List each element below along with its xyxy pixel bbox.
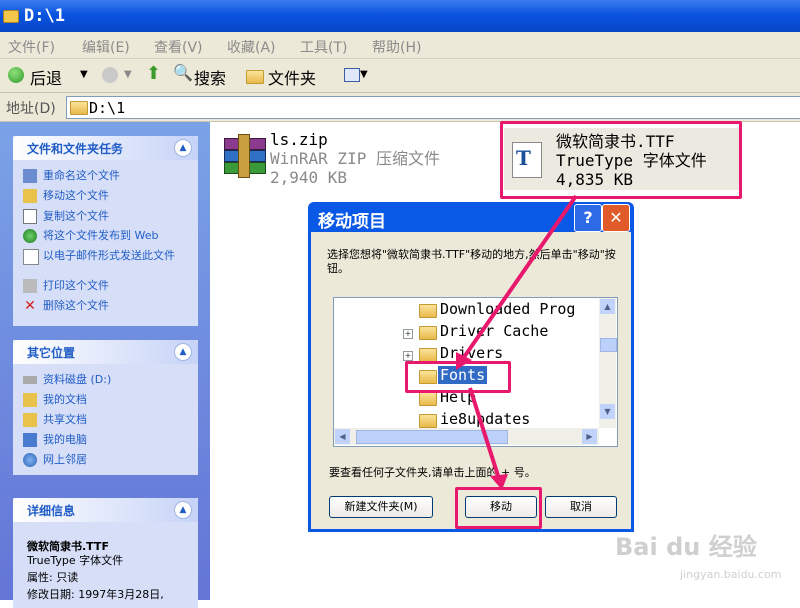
arrow-to-fonts	[460, 194, 578, 362]
annotation-arrows	[456, 194, 578, 490]
arrow-to-move	[468, 387, 502, 483]
arrowhead	[490, 474, 508, 490]
